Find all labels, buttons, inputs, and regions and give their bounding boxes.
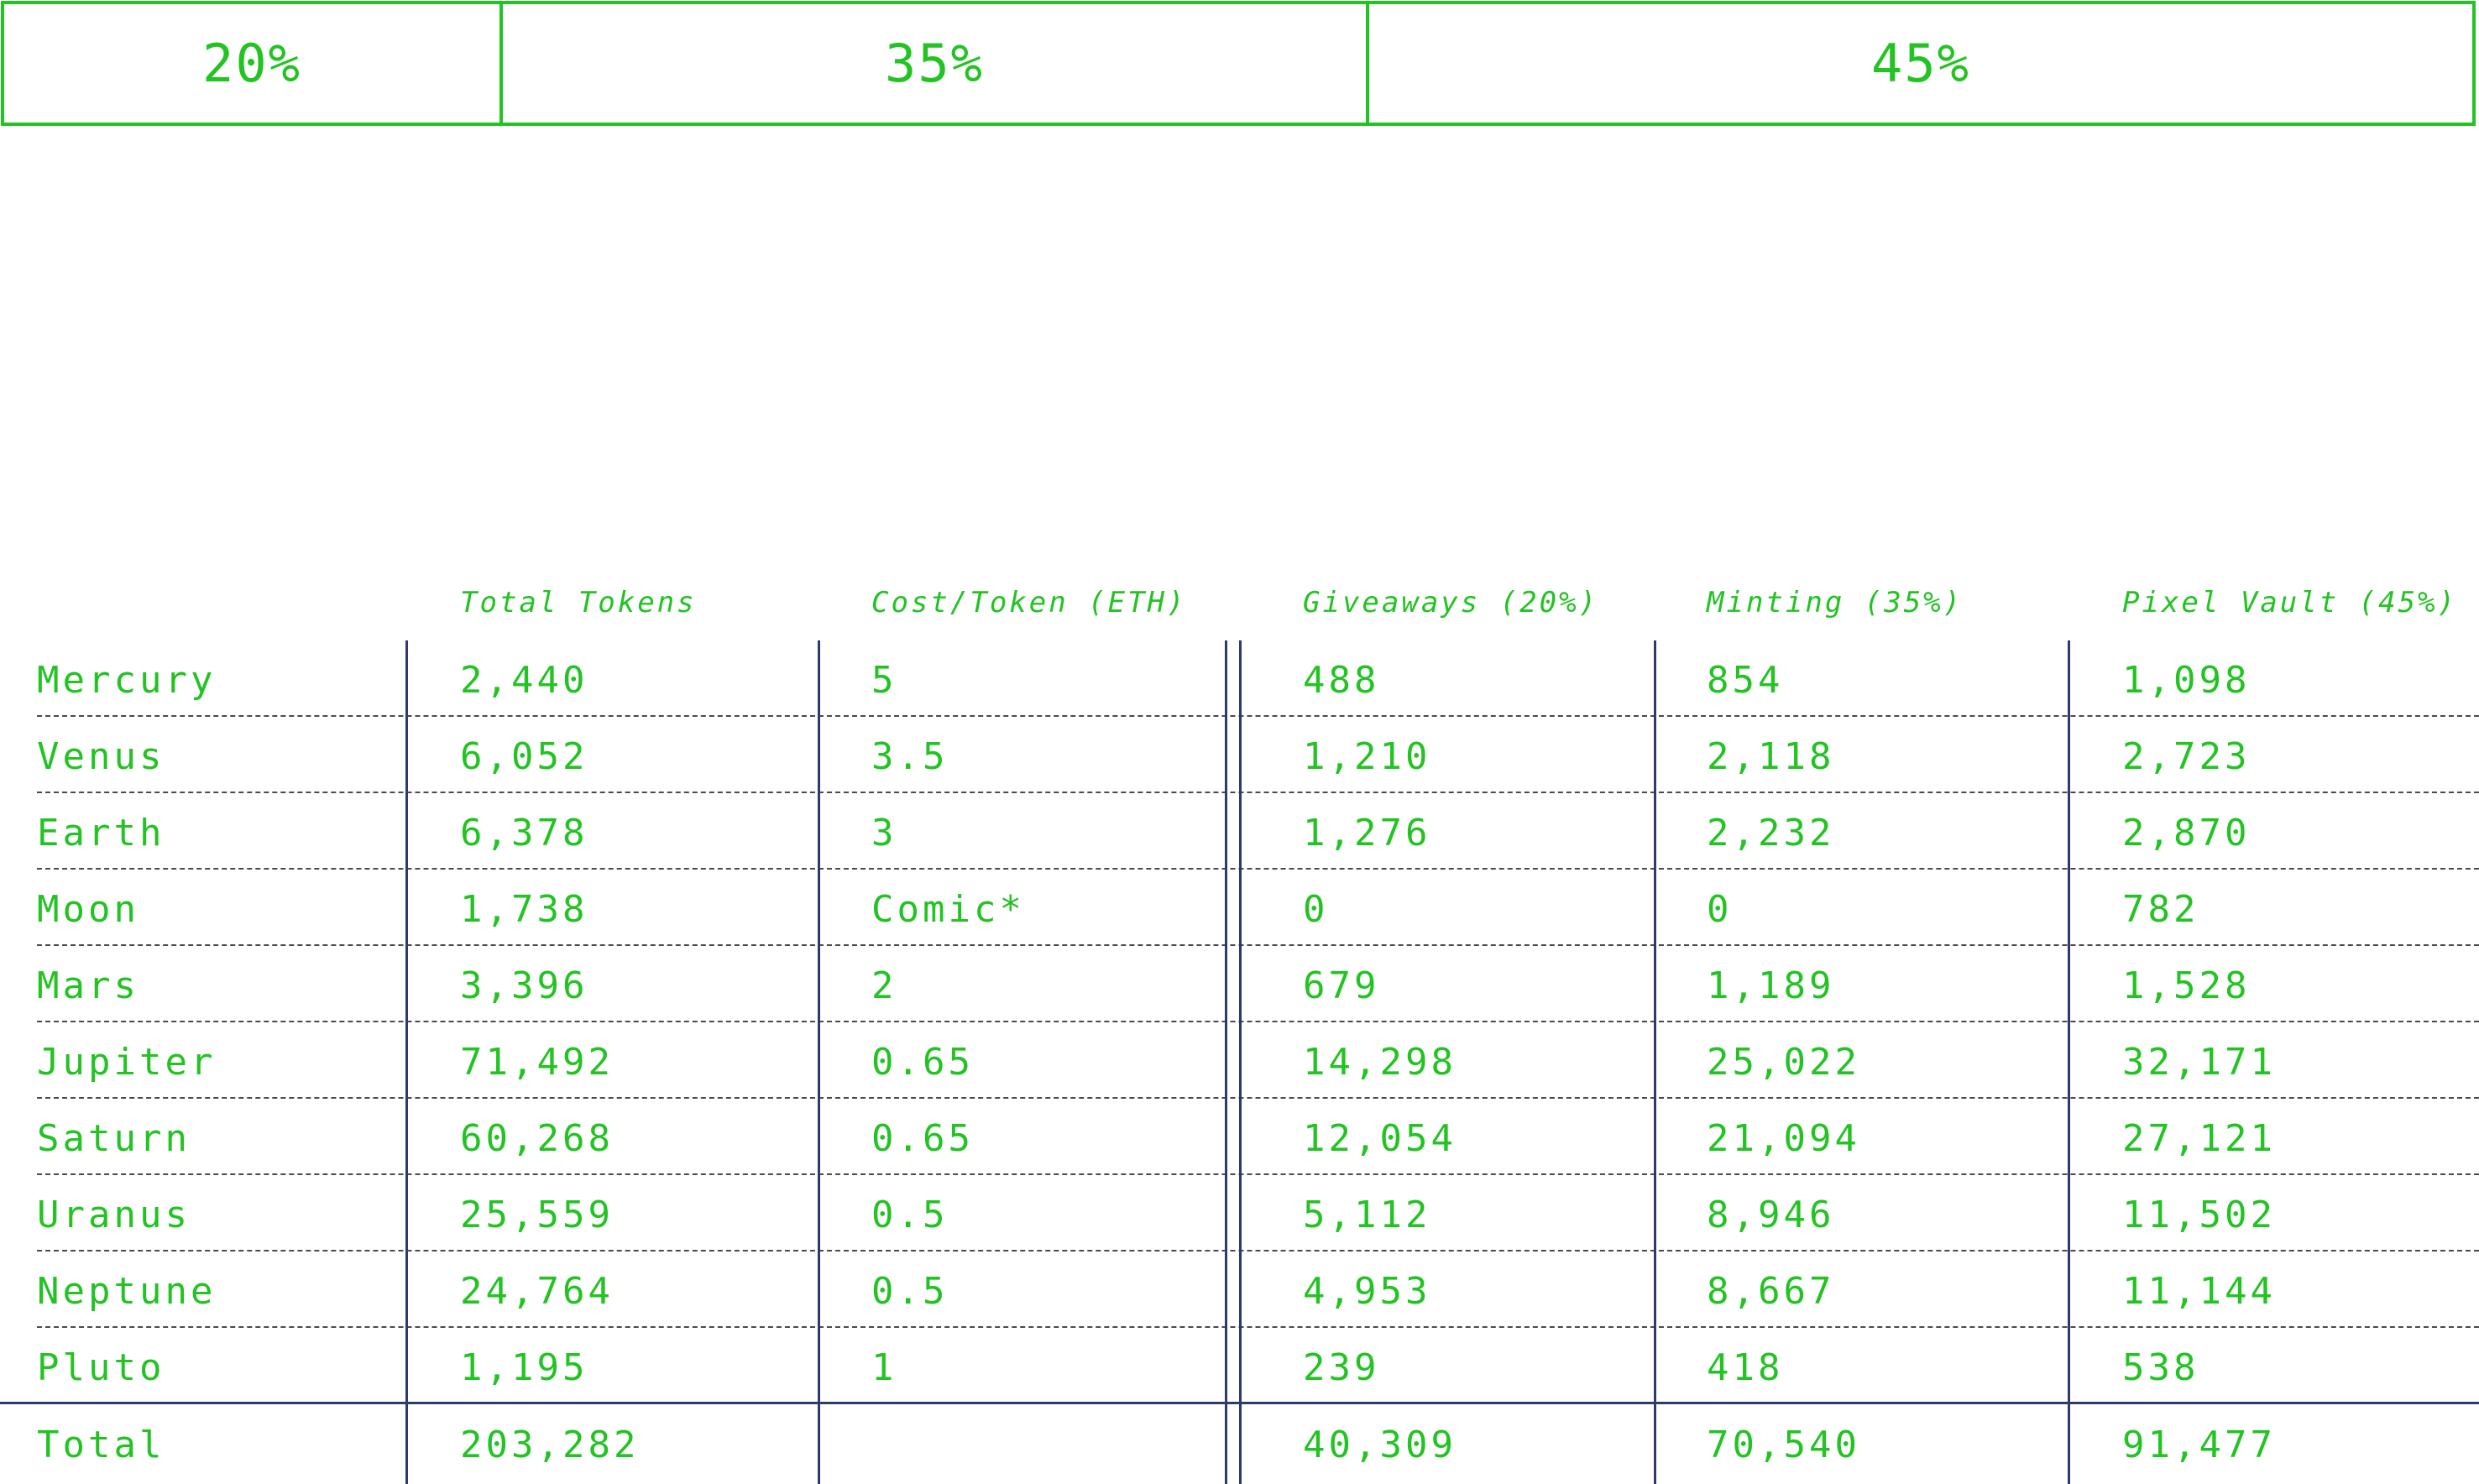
table-cell: 1,098 [2122,659,2251,702]
table-cell: 0.5 [871,1194,949,1236]
table-cell: 854 [1707,659,1784,702]
table-cell: 679 [1303,964,1380,1007]
table-cell: 21,094 [1707,1117,1860,1160]
table-cell: 32,171 [2122,1041,2276,1084]
table-cell: 2,232 [1707,812,1835,854]
column-divider [818,640,820,1484]
table-cell: 1,195 [460,1346,588,1389]
table-cell: 2 [871,964,897,1007]
table-row: Uranus 25,559 0.5 5,112 8,946 11,502 [37,1175,2479,1251]
distribution-percent-bar: 20% 35% 45% [1,1,2476,126]
table-header-row: Total Tokens Cost/Token (ETH) Giveaways … [0,571,2479,640]
table-cell: 2,440 [460,659,588,702]
table-cell: Comic* [871,888,1025,931]
table-cell: 1,738 [460,888,588,931]
header-total-tokens: Total Tokens [460,586,697,619]
giveaways-percent-segment: 20% [202,33,301,94]
table-row: Jupiter 71,492 0.65 14,298 25,022 32,171 [37,1022,2479,1099]
table-cell: 0.65 [871,1117,974,1160]
table-row: Venus 6,052 3.5 1,210 2,118 2,723 [37,717,2479,793]
header-pixel-vault: Pixel Vault (45%) [2122,586,2457,619]
table-cell: 70,540 [1707,1424,1860,1466]
row-label: Jupiter [37,1041,217,1084]
column-divider [1654,640,1656,1484]
table-cell: 1,276 [1303,812,1431,854]
table-cell: 2,118 [1707,735,1835,778]
column-divider [2068,640,2070,1484]
table-cell: 6,378 [460,812,588,854]
table-cell: 538 [2122,1346,2199,1389]
column-divider-double-left [1225,640,1227,1484]
table-cell: 11,502 [2122,1194,2276,1236]
table-cell: 2,870 [2122,812,2251,854]
table-row: Saturn 60,268 0.65 12,054 21,094 27,121 [37,1099,2479,1175]
table-cell: 60,268 [460,1117,614,1160]
table-cell: 5,112 [1303,1194,1431,1236]
header-giveaways: Giveaways (20%) [1303,586,1599,619]
row-label: Saturn [37,1117,191,1160]
pixel-vault-percent-segment: 45% [1366,4,2472,123]
table-cell: 71,492 [460,1041,614,1084]
table-cell: 25,559 [460,1194,614,1236]
table-cell: 6,052 [460,735,588,778]
table-cell: 14,298 [1303,1041,1457,1084]
table-cell: 8,667 [1707,1270,1835,1313]
table-cell: 418 [1707,1346,1784,1389]
table-cell: 203,282 [460,1424,640,1466]
table-cell: 40,309 [1303,1424,1457,1466]
table-cell: 24,764 [460,1270,614,1313]
table-cell: 0 [1707,888,1733,931]
table-cell: 3.5 [871,735,949,778]
table-row: Neptune 24,764 0.5 4,953 8,667 11,144 [37,1251,2479,1328]
row-label: Uranus [37,1194,191,1236]
row-label: Moon [37,888,139,931]
row-label: Mars [37,964,139,1007]
table-cell: 5 [871,659,897,702]
table-cell: 27,121 [2122,1117,2276,1160]
table-cell: 0.5 [871,1270,949,1313]
row-label: Pluto [37,1346,165,1389]
table-cell: 12,054 [1303,1117,1457,1160]
table-cell: 1,189 [1707,964,1835,1007]
table-row: Earth 6,378 3 1,276 2,232 2,870 [37,793,2479,870]
row-label: Mercury [37,659,217,702]
row-label: Earth [37,812,165,854]
table-cell: 239 [1303,1346,1380,1389]
row-label: Total [37,1424,165,1466]
table-row: Moon 1,738 Comic* 0 0 782 [37,870,2479,946]
table-cell: 1 [871,1346,897,1389]
table-cell: 1,210 [1303,735,1431,778]
table-cell: 91,477 [2122,1424,2276,1466]
minting-percent-segment: 35% [499,4,1366,123]
column-divider-double-right [1239,640,1242,1484]
table-cell: 3 [871,812,897,854]
table-cell: 488 [1303,659,1380,702]
table-cell: 2,723 [2122,735,2251,778]
row-label: Neptune [37,1270,217,1313]
row-label: Venus [37,735,165,778]
header-cost-per-token: Cost/Token (ETH) [871,586,1187,619]
table-cell: 4,953 [1303,1270,1431,1313]
table-cell: 11,144 [2122,1270,2276,1313]
header-minting: Minting (35%) [1707,586,1964,619]
table-cell: 1,528 [2122,964,2251,1007]
table-row: Mercury 2,440 5 488 854 1,098 [37,640,2479,717]
table-cell: 3,396 [460,964,588,1007]
table-row: Mars 3,396 2 679 1,189 1,528 [37,946,2479,1022]
table-cell: 782 [2122,888,2199,931]
table-cell: 25,022 [1707,1041,1860,1084]
table-cell: 0 [1303,888,1329,931]
table-cell: 0.65 [871,1041,974,1084]
column-divider [405,640,408,1484]
table-cell: 8,946 [1707,1194,1835,1236]
